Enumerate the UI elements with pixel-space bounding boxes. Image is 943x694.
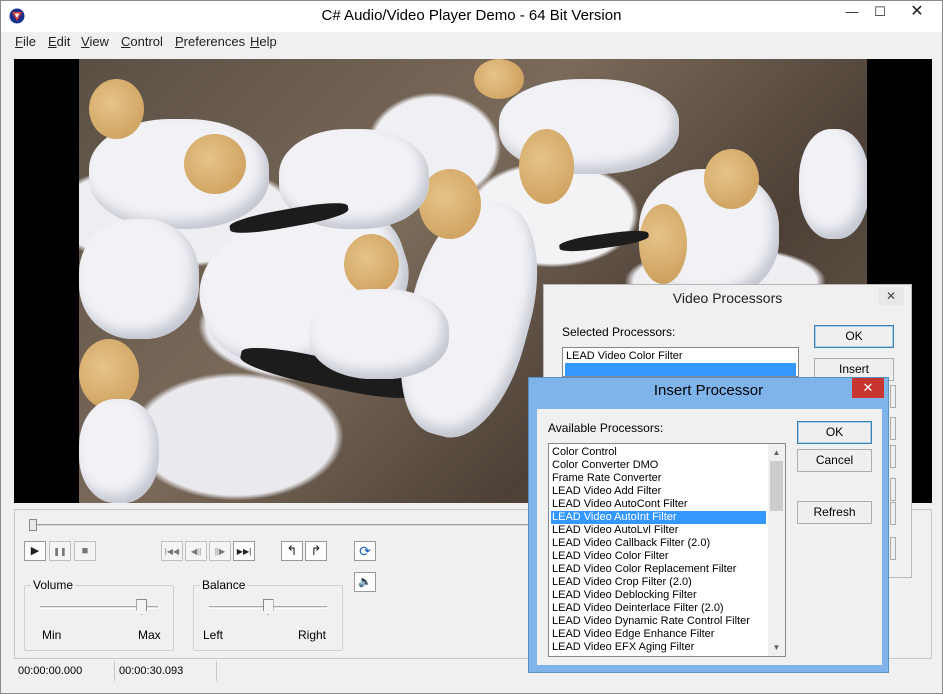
menu-control[interactable]: Control (121, 34, 163, 49)
seek-start-button[interactable]: |◀◀ (161, 541, 183, 561)
title-bar[interactable]: C# Audio/Video Player Demo - 64 Bit Vers… (1, 1, 942, 32)
list-item[interactable]: LEAD Video Color Filter (565, 350, 796, 363)
step-forward-icon: ||▶ (214, 547, 226, 556)
play-icon: ▶ (30, 545, 40, 557)
available-processors-label: Available Processors: (548, 421, 664, 435)
dialog-title: Insert Processor (653, 382, 764, 399)
ok-button[interactable]: OK (814, 325, 894, 348)
hidden-button-edge[interactable] (890, 502, 896, 525)
menu-view[interactable]: View (81, 34, 109, 49)
step-back-button[interactable]: ◀|| (185, 541, 207, 561)
balance-left-label: Left (203, 628, 224, 642)
ok-button[interactable]: OK (797, 421, 872, 444)
seek-bar[interactable] (33, 524, 533, 526)
mute-button[interactable]: 🔈 (354, 572, 376, 592)
pause-button[interactable]: ❚❚ (49, 541, 71, 561)
loop-icon: ⟳ (359, 543, 371, 559)
list-item[interactable]: LEAD Video EFX Aging Filter (551, 641, 766, 654)
scroll-down-icon[interactable]: ▼ (768, 639, 785, 656)
volume-slider-thumb[interactable] (136, 599, 148, 615)
balance-label: Balance (200, 578, 248, 592)
dialog-close-button[interactable]: ✕ (878, 287, 904, 305)
list-item[interactable]: LEAD Video Edge Enhance Filter (551, 628, 766, 641)
speaker-icon: 🔈 (358, 576, 372, 588)
list-item[interactable]: Frame Rate Converter (551, 472, 766, 485)
volume-min-label: Min (42, 628, 62, 642)
status-position: 00:00:00.000 (14, 661, 115, 681)
seek-end-icon: ▶▶| (236, 547, 252, 556)
list-item[interactable]: LEAD Video AutoCont Filter (551, 498, 766, 511)
play-button[interactable]: ▶ (24, 541, 46, 561)
maximize-icon: ☐ (874, 4, 886, 19)
maximize-button[interactable]: ☐ (867, 1, 893, 23)
mark-out-icon: ↱ (310, 543, 322, 558)
minimize-button[interactable]: — (839, 1, 865, 23)
balance-slider-thumb[interactable] (262, 599, 274, 615)
dialog-title: Video Processors (544, 285, 911, 311)
list-item[interactable] (565, 363, 796, 376)
menu-help[interactable]: Help (250, 34, 277, 49)
close-button[interactable]: ✕ (894, 1, 940, 23)
balance-right-label: Right (298, 628, 327, 642)
balance-group: Balance Left Right (193, 578, 343, 651)
vertical-scrollbar[interactable]: ▲ ▼ (768, 444, 785, 656)
list-item[interactable]: LEAD Video Dynamic Rate Control Filter (551, 615, 766, 628)
stop-icon: ■ (81, 545, 89, 557)
minimize-icon: — (845, 4, 859, 19)
insert-processor-dialog: Insert Processor ✕ Available Processors:… (528, 377, 889, 673)
cancel-button[interactable]: Cancel (797, 449, 872, 472)
menu-edit[interactable]: Edit (48, 34, 70, 49)
hidden-button-edge[interactable] (890, 537, 896, 560)
status-duration: 00:00:30.093 (115, 661, 217, 681)
menu-file[interactable]: File (15, 34, 36, 49)
selected-processors-list[interactable]: LEAD Video Color Filter (562, 347, 799, 377)
refresh-button[interactable]: Refresh (797, 501, 872, 524)
hidden-button-edge[interactable] (890, 417, 896, 440)
mark-in-button[interactable]: ↰ (281, 541, 303, 561)
list-item[interactable]: LEAD Video Callback Filter (2.0) (551, 537, 766, 550)
seek-thumb[interactable] (29, 519, 37, 531)
hidden-button-edge[interactable] (890, 385, 896, 408)
scroll-up-icon[interactable]: ▲ (768, 444, 785, 461)
pause-icon: ❚❚ (53, 547, 67, 556)
step-forward-button[interactable]: ||▶ (209, 541, 231, 561)
available-processors-list[interactable]: Color Control Color Converter DMO Frame Ra… (548, 443, 786, 657)
menu-preferences[interactable]: Preferences (175, 34, 245, 49)
list-item[interactable]: LEAD Video Color Filter (551, 550, 766, 563)
mark-out-button[interactable]: ↱ (305, 541, 327, 561)
hidden-button-edge[interactable] (890, 445, 896, 468)
list-item[interactable]: LEAD Video Add Filter (551, 485, 766, 498)
dialog-close-button[interactable]: ✕ (852, 378, 884, 398)
list-item[interactable]: Color Control (551, 446, 766, 459)
stop-button[interactable]: ■ (74, 541, 96, 561)
step-back-icon: ◀|| (190, 547, 202, 556)
close-icon: ✕ (862, 380, 874, 395)
seek-start-icon: |◀◀ (164, 547, 180, 556)
seek-end-button[interactable]: ▶▶| (233, 541, 255, 561)
mark-in-icon: ↰ (286, 543, 298, 558)
list-item[interactable]: LEAD Video Crop Filter (2.0) (551, 576, 766, 589)
dialog-body: Available Processors: Color Control Color… (537, 409, 882, 665)
list-item[interactable]: LEAD Video Color Replacement Filter (551, 563, 766, 576)
volume-max-label: Max (138, 628, 161, 642)
volume-group: Volume Min Max (24, 578, 174, 651)
list-item[interactable]: Color Converter DMO (551, 459, 766, 472)
list-item[interactable]: LEAD Video AutoLvl Filter (551, 524, 766, 537)
close-icon: ✕ (910, 3, 924, 20)
menu-bar: File Edit View Control Preferences Help (1, 32, 942, 52)
window-title: C# Audio/Video Player Demo - 64 Bit Vers… (321, 7, 622, 24)
list-item[interactable]: LEAD Video AutoInt Filter (551, 511, 766, 524)
list-item[interactable]: LEAD Video Deinterlace Filter (2.0) (551, 602, 766, 615)
close-icon: ✕ (885, 289, 897, 303)
volume-label: Volume (31, 578, 76, 592)
hidden-button-edge[interactable] (890, 478, 896, 501)
loop-button[interactable]: ⟳ (354, 541, 376, 561)
selected-processors-label: Selected Processors: (562, 325, 676, 339)
list-item[interactable]: LEAD Video Deblocking Filter (551, 589, 766, 602)
scroll-thumb[interactable] (770, 461, 783, 511)
